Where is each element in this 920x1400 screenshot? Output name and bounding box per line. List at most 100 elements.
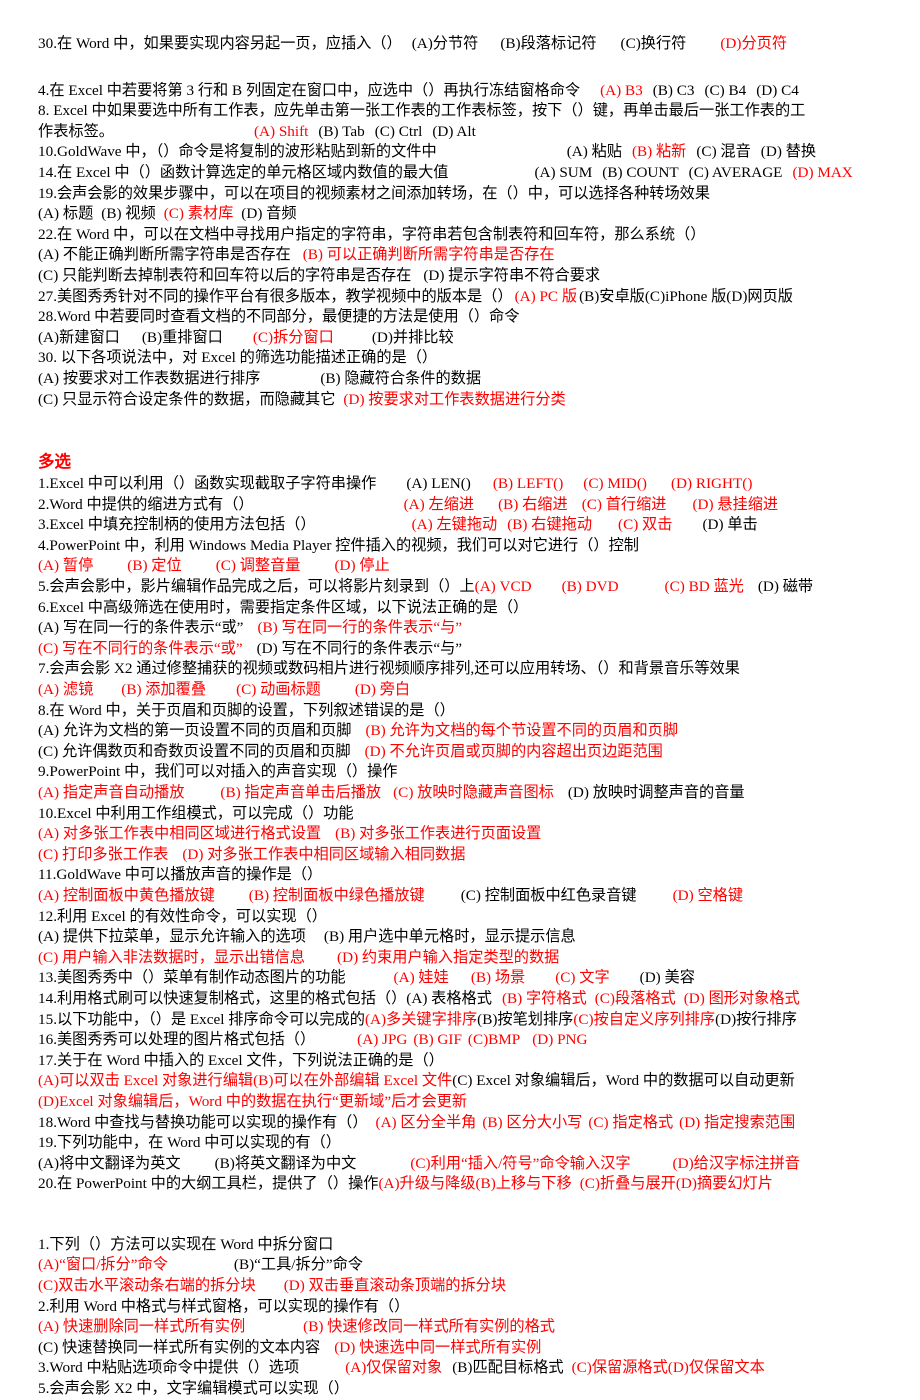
text-run: (A) 左键拖动 [411, 516, 498, 534]
text-run: (A)可以双击 Excel 对象进行编辑 [38, 1072, 254, 1090]
text-run: 1.下列（）方法可以实现在 Word 中拆分窗口 [38, 1235, 334, 1253]
text-run: (A)将中文翻译为英文 [38, 1154, 181, 1172]
text-run: 20.在 PowerPoint 中的大纲工具栏，提供了（）操作 [38, 1175, 379, 1193]
text-run: (D)按行排序 [715, 1010, 797, 1028]
line-m13: 13.美图秀秀中（）菜单有制作动态图片的功能 (A) 娃娃 (B) 场景 (C) 文字… [38, 968, 898, 989]
line-m12-l2: (A) 提供下拉菜单，显示允许输入的选项 (B) 用户选中单元格时，显示提示信息 [38, 927, 898, 948]
line-q8-l1: 8. Excel 中如果要选中所有工作表，应先单击第一张工作表的工作表标签，按下… [38, 101, 898, 122]
line-m20: 20.在 PowerPoint 中的大纲工具栏，提供了（）操作(A)升级与降级(… [38, 1174, 898, 1195]
text-run: (C) 双击 [618, 516, 673, 534]
line-m10-l3: (C) 打印多张工作表 (D) 对多张工作表中相同区域输入相同数据 [38, 845, 898, 866]
line-m19-l2: (A)将中文翻译为英文 (B)将英文翻译为中文 (C)利用“插入/符号”命令输入汉字… [38, 1154, 898, 1175]
line-m12-l3: (C) 用户输入非法数据时，显示出错信息 (D) 约束用户输入指定类型的数据 [38, 948, 898, 969]
text-run: 3.Word 中粘贴选项命令中提供（）选项 [38, 1359, 300, 1377]
text-run: (B) Tab [318, 122, 365, 140]
text-run: (D) 磁带 [757, 578, 814, 596]
text-run: (B) 写在同一行的条件表示“与” [257, 619, 463, 637]
text-run: 22.在 Word 中，可以在文档中寻找用户指定的字符串，字符串若包含制表符和回… [38, 225, 706, 243]
text-run: 10.Excel 中利用工作组模式，可以完成（）功能 [38, 804, 354, 822]
text-run: (D) 替换 [760, 143, 817, 161]
text-run: (A) Shift [253, 122, 309, 140]
text-run: (C) 调整音量 [215, 557, 301, 575]
line-q22-l2: (A) 不能正确判断所需字符串是否存在 (B) 可以正确判断所需字符串是否存在 [38, 245, 898, 266]
text-run: 5.会声会影 X2 中，文字编辑模式可以实现（） [38, 1380, 349, 1398]
text-run: (A) 快速删除同一样式所有实例 [38, 1318, 246, 1336]
text-run: (D) 悬挂缩进 [692, 495, 779, 513]
text-run: (B)匹配目标格式 [452, 1359, 564, 1377]
line-q30a: 30.在 Word 中，如果要实现内容另起一页，应插入（） (A)分节符 (B)段落… [38, 34, 898, 55]
text-run: (A) SUM [534, 163, 593, 181]
text-run: (D) 图形对象格式 [683, 989, 800, 1007]
text-run: (B) 字符格式 [501, 989, 587, 1007]
text-run: 17.关于在 Word 中插入的 Excel 文件，下列说法正确的是（） [38, 1051, 444, 1069]
text-run: (D) 空格键 [672, 886, 744, 904]
text-run: 19.会声会影的效果步骤中，可以在项目的视频素材之间添加转场，在（）中，可以选择… [38, 184, 711, 202]
text-run: 9.PowerPoint 中，我们可以对插入的声音实现（）操作 [38, 763, 398, 781]
text-run: (A)升级与降级 [378, 1175, 476, 1193]
text-run: (B)段落标记符 [500, 35, 597, 52]
text-run: (B) COUNT [602, 163, 679, 181]
text-run: (D) 停止 [334, 557, 390, 575]
text-run: (B) 定位 [127, 557, 182, 575]
text-run: (C)换行符 [620, 35, 687, 52]
text-run: (C) Ctrl [374, 122, 423, 140]
line-t2-l1: 2.利用 Word 中格式与样式窗格，可以实现的操作有（） [38, 1297, 898, 1318]
text-run: (B)上移与下移 [475, 1175, 572, 1193]
text-run: (A) 允许为文档的第一页设置不同的页眉和页脚 [38, 722, 352, 740]
text-run: (D)并排比较 [371, 328, 454, 346]
text-run: (B)可以在外部编辑 Excel 文件 [253, 1072, 453, 1090]
text-run: (D)给汉字标注拼音 [672, 1154, 800, 1172]
line-m9-l1: 9.PowerPoint 中，我们可以对插入的声音实现（）操作 [38, 762, 898, 783]
line-m8-l1: 8.在 Word 中，关于页眉和页脚的设置，下列叙述错误的是（） [38, 701, 898, 722]
text-run: (D) 指定搜索范围 [679, 1113, 796, 1131]
text-run: (A)新建窗口 [38, 328, 120, 346]
line-q28-l1: 28.Word 中若要同时查看文档的不同部分，最便捷的方法是使用（）命令 [38, 307, 898, 328]
trailing-section: 1.下列（）方法可以实现在 Word 中拆分窗口 (A)“窗口/拆分”命令 (B)… [38, 1235, 898, 1400]
line-m11-l1: 11.GoldWave 中可以播放声音的操作是（） [38, 865, 898, 886]
single-choice-section: 30.在 Word 中，如果要实现内容另起一页，应插入（） (A)分节符 (B)段落… [38, 34, 898, 410]
line-q30b-l3: (C) 只显示符合设定条件的数据，而隐藏其它 (D) 按要求对工作表数据进行分类 [38, 390, 898, 411]
text-run: (A) B3 [600, 81, 643, 99]
text-run: (D)Excel 对象编辑后，Word 中的数据在执行“更新域”后才会更新 [38, 1092, 468, 1110]
section-heading-multiple-choice: 多选 [38, 452, 71, 472]
text-run: (D) 约束用户输入指定类型的数据 [337, 948, 560, 966]
text-run: (C) 文字 [555, 969, 610, 987]
line-q4: 4.在 Excel 中若要将第 3 行和 B 列固定在窗口中，应选中（）再执行冻… [38, 81, 898, 102]
text-run: 14.在 Excel 中（）函数计算选定的单元格区域内数值的最大值 [38, 163, 449, 181]
text-run: (A) 提供下拉菜单，显示允许输入的选项 [38, 928, 306, 946]
text-run: (B) 右键拖动 [507, 516, 593, 534]
text-run: (A) 暂停 [38, 557, 94, 575]
line-m6-l1: 6.Excel 中高级筛选在使用时，需要指定条件区域，以下说法正确的是（） [38, 598, 898, 619]
text-run: 作表标签。 [38, 122, 114, 140]
text-run: (B) 控制面板中绿色播放键 [248, 886, 425, 904]
text-run: (A) 控制面板中黄色播放键 [38, 886, 215, 904]
text-run: (D)分页符 [720, 35, 788, 52]
text-run: (D) 放映时调整声音的音量 [567, 784, 745, 801]
text-run: (C)双击水平滚动条右端的拆分块 [38, 1277, 256, 1295]
text-run: (A) 对多张工作表中相同区域进行格式设置 [38, 825, 322, 843]
text-run: (B) 快速修改同一样式所有实例的格式 [303, 1318, 555, 1336]
line-q8-l2: 作表标签。 (A) Shift (B) Tab (C) Ctrl (D) Alt [38, 122, 898, 143]
text-run: 13.美图秀秀中（）菜单有制作动态图片的功能 [38, 969, 346, 987]
line-t1-l3: (C)双击水平滚动条右端的拆分块 (D) 双击垂直滚动条顶端的拆分块 [38, 1276, 898, 1297]
text-run: (A) 娃娃 [393, 969, 449, 987]
line-m19-l1: 19.下列功能中，在 Word 中可以实现的有（） [38, 1133, 898, 1154]
text-run: (D) 按要求对工作表数据进行分类 [343, 390, 566, 408]
text-run: (C)拆分窗口 [252, 328, 334, 346]
line-m17-l1: 17.关于在 Word 中插入的 Excel 文件，下列说法正确的是（） [38, 1051, 898, 1072]
text-run: (B) 允许为文档的每个节设置不同的页眉和页脚 [365, 722, 679, 740]
text-run: 6.Excel 中高级筛选在使用时，需要指定条件区域，以下说法正确的是（） [38, 598, 529, 616]
text-run: (B) 对多张工作表进行页面设置 [335, 825, 542, 843]
line-m8-l2: (A) 允许为文档的第一页设置不同的页眉和页脚 (B) 允许为文档的每个节设置不同… [38, 721, 898, 742]
text-run: (C) AVERAGE [688, 163, 783, 181]
text-run: (D) 单击 [702, 516, 758, 534]
line-m10-l2: (A) 对多张工作表中相同区域进行格式设置 (B) 对多张工作表进行页面设置 [38, 824, 898, 845]
text-run: (B) 区分大小写 [482, 1113, 583, 1131]
text-run: (D)网页版 [726, 287, 793, 305]
line-m5: 5.会声会影中，影片编辑作品完成之后，可以将影片刻录到（）上(A) VCD (B)… [38, 577, 898, 598]
text-run: (A) 粘贴 [566, 143, 622, 161]
text-run: (C) 打印多张工作表 [38, 845, 169, 863]
text-run: 8. Excel 中如果要选中所有工作表，应先单击第一张工作表的工作表标签，按下… [38, 102, 806, 120]
line-t5: 5.会声会影 X2 中，文字编辑模式可以实现（） [38, 1379, 898, 1400]
